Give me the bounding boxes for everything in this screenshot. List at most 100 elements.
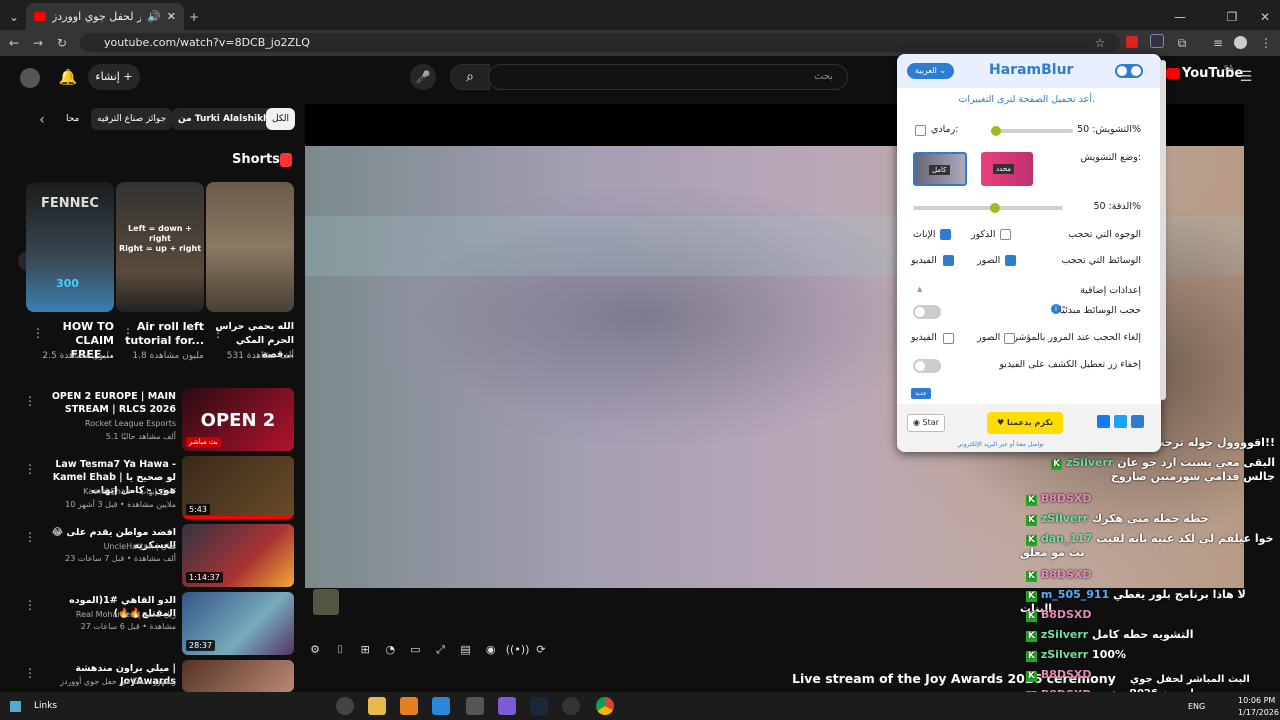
hide-button-toggle[interactable] [913, 359, 941, 373]
back-icon[interactable]: ← [4, 30, 24, 56]
chips-prev-icon[interactable]: ‹ [32, 107, 52, 133]
loop-icon[interactable]: ⟳ [531, 640, 551, 660]
hide-default-toggle[interactable] [913, 305, 941, 319]
chrome-taskbar-icon[interactable] [596, 697, 614, 715]
view-icon[interactable]: ◉ [481, 640, 501, 660]
chat-user[interactable]: zSilverr [1041, 648, 1088, 661]
donate-button[interactable]: ♥ تكرم بدعمنا [987, 412, 1063, 434]
short-more-icon-1[interactable]: ⋮ [28, 320, 48, 346]
search-icon[interactable]: ⌕ [450, 64, 490, 90]
create-button[interactable]: إنشاء + [88, 64, 140, 90]
profile-avatar[interactable] [1234, 36, 1247, 49]
video-more-icon-3[interactable]: ⋮ [20, 524, 40, 550]
chat-user[interactable]: m_505_911 [1041, 588, 1109, 601]
short-more-icon-3[interactable]: ⋮ [208, 320, 228, 346]
chip-2[interactable]: من Turki Alalshikh [172, 108, 276, 130]
short-more-icon-2[interactable]: ⋮ [118, 320, 138, 346]
youtube-logo[interactable]: YouTube [1182, 66, 1243, 81]
extension-red-icon[interactable] [1126, 36, 1138, 48]
popup-scrollbar[interactable] [1160, 60, 1166, 400]
chrome-menu-icon[interactable]: ⋮ [1256, 30, 1276, 56]
forward-icon[interactable]: → [28, 30, 48, 56]
reddit-share-icon[interactable] [1131, 415, 1144, 428]
window-close-icon[interactable]: ✕ [1255, 4, 1275, 30]
collapse-icon[interactable]: ▲ [917, 285, 922, 293]
master-toggle[interactable] [1115, 64, 1143, 78]
taskbar-app-1-icon[interactable] [336, 697, 354, 715]
taskbar-links[interactable]: Links [34, 701, 57, 711]
tab-list-icon[interactable]: ⌄ [4, 4, 24, 30]
extensions-puzzle-icon[interactable]: ⧉ [1172, 30, 1192, 56]
chat-user[interactable]: zSilverr [1066, 456, 1113, 469]
tab-close-icon[interactable]: ✕ [167, 10, 176, 23]
resize-icon[interactable]: ⤢ [430, 640, 450, 660]
facebook-share-icon[interactable] [1097, 415, 1110, 428]
minimize-icon[interactable]: — [1170, 4, 1190, 30]
address-bar[interactable]: youtube.com/watch?v=8DCB_jo2ZLQ [80, 33, 1120, 52]
browser-tab[interactable]: البث المباشر لحفل جوي اووردز 🔊 ✕ [26, 3, 184, 30]
video-thumb-3[interactable]: 1:14:37 [182, 524, 294, 587]
unblur-images-checkbox[interactable] [1004, 333, 1015, 344]
chip-3[interactable]: جوائز صناع الترفيه [91, 108, 173, 130]
film-icon[interactable]: ▤ [456, 640, 476, 660]
chat-user[interactable]: B8DSXD [1041, 568, 1092, 581]
chat-user[interactable]: dan_117 [1041, 532, 1093, 545]
chip-4[interactable]: محا [60, 108, 85, 130]
channel-avatar[interactable] [20, 68, 40, 88]
steam-icon[interactable] [530, 697, 548, 715]
input-language[interactable]: ENG [1188, 702, 1205, 711]
grayscale-checkbox[interactable] [915, 125, 926, 136]
females-checkbox[interactable] [940, 229, 951, 240]
mode-full-option[interactable]: كامل [913, 152, 967, 186]
haramblur-extension-icon[interactable] [1150, 34, 1164, 48]
short-thumb-3[interactable] [206, 182, 294, 312]
taskbar-app-6-icon[interactable] [498, 697, 516, 715]
clock-date[interactable]: 1/17/2026 [1238, 708, 1279, 717]
streamer-avatar[interactable] [313, 589, 339, 615]
info-icon[interactable]: i [1051, 304, 1061, 314]
males-checkbox[interactable] [1000, 229, 1011, 240]
search-input[interactable]: بحث [488, 64, 848, 90]
unblur-videos-checkbox[interactable] [943, 333, 954, 344]
screenshot-camera-icon[interactable]: ⌷ [330, 640, 350, 660]
clock-time[interactable]: 10:06 PM [1238, 696, 1275, 705]
speed-icon[interactable]: ◔ [380, 640, 400, 660]
short-thumb-2[interactable]: Left = down + right Right = up + right [116, 182, 204, 312]
windows-start-icon[interactable] [10, 701, 21, 712]
reload-icon[interactable]: ↻ [52, 30, 72, 56]
short-thumb-1[interactable]: FENNEC 300 [26, 182, 114, 312]
video-thumb-2[interactable]: 5:43 [182, 456, 294, 519]
cinema-icon[interactable]: ▭ [405, 640, 425, 660]
language-select[interactable]: العربية ⌄ [907, 63, 955, 79]
taskbar-app-3-icon[interactable] [400, 697, 418, 715]
images-checkbox[interactable] [1005, 255, 1016, 266]
speaker-icon[interactable]: 🔊 [147, 10, 161, 23]
store-icon[interactable] [432, 697, 450, 715]
videos-checkbox[interactable] [943, 255, 954, 266]
chat-user[interactable]: B8DSXD [1041, 608, 1092, 621]
reload-notice[interactable]: أعد تحميل الصفحة لترى التغييرات. [958, 94, 1095, 105]
video-channel-2[interactable]: Kamel Ehab - كامل إيهاب [40, 486, 176, 497]
voice-search-icon[interactable]: 🎤 [410, 64, 436, 90]
video-more-icon-1[interactable]: ⋮ [20, 388, 40, 414]
extra-settings-heading[interactable]: إعدادات إضافية [1080, 285, 1141, 296]
x-share-icon[interactable] [1114, 415, 1127, 428]
video-more-icon-4[interactable]: ⋮ [20, 592, 40, 618]
taskbar-app-8-icon[interactable] [562, 697, 580, 715]
bookmark-star-icon[interactable]: ☆ [1090, 30, 1110, 56]
blur-slider[interactable] [991, 126, 1073, 136]
mode-selective-option[interactable]: محدد [981, 152, 1033, 186]
add-clip-icon[interactable]: ⊞ [355, 640, 375, 660]
video-channel-1[interactable]: Rocket League Esports [40, 418, 176, 429]
youtube-logo-icon[interactable] [1166, 68, 1180, 79]
chat-user[interactable]: B8DSXD [1041, 668, 1092, 681]
chat-user[interactable]: zSilverr [1041, 512, 1088, 525]
chat-user[interactable]: B8DSXD [1041, 492, 1092, 505]
notifications-bell-icon[interactable]: 🔔 [58, 64, 78, 90]
video-more-icon-2[interactable]: ⋮ [20, 456, 40, 482]
chip-all[interactable]: الكل [266, 108, 296, 130]
new-tab-icon[interactable]: + [184, 4, 204, 30]
reading-list-icon[interactable]: ≡ [1208, 30, 1228, 56]
video-thumb-1[interactable]: OPEN 2 بث مباشر [182, 388, 294, 451]
live-broadcast-icon[interactable]: ((•)) [506, 640, 530, 660]
